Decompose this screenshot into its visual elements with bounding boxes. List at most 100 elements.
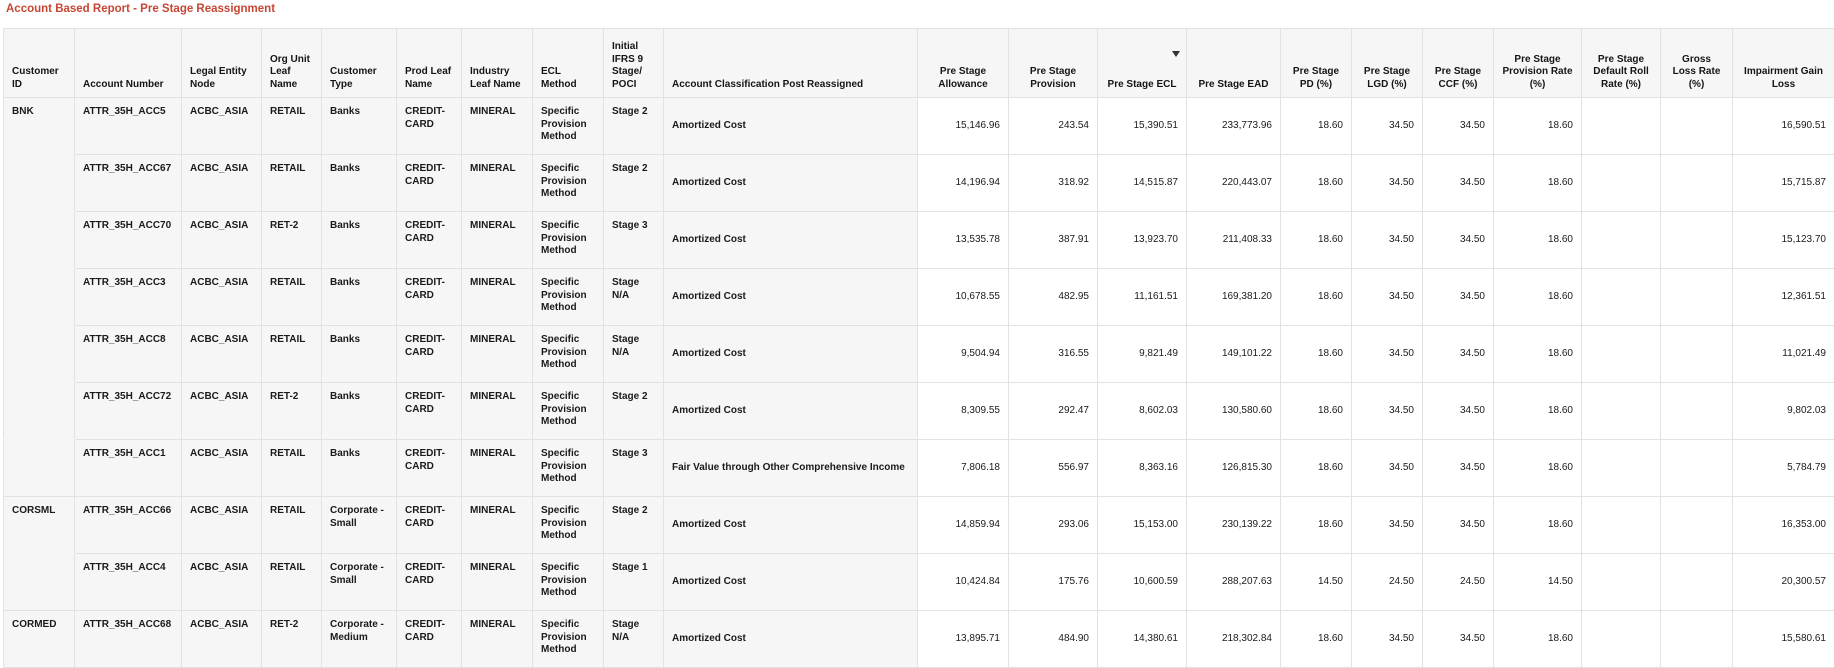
- table-row[interactable]: ATTR_35H_ACC3ACBC_ASIARETAILBanksCREDIT-…: [4, 269, 1834, 326]
- table-cell: [1582, 554, 1661, 611]
- table-row[interactable]: ATTR_35H_ACC8ACBC_ASIARETAILBanksCREDIT-…: [4, 326, 1834, 383]
- table-cell: MINERAL: [462, 440, 533, 497]
- column-header[interactable]: Account Number: [75, 29, 182, 98]
- sort-descending-icon[interactable]: [1172, 51, 1180, 57]
- table-cell: [1582, 383, 1661, 440]
- table-cell: 18.60: [1281, 98, 1352, 155]
- table-cell: MINERAL: [462, 98, 533, 155]
- column-header-label: Org Unit Leaf Name: [270, 54, 310, 90]
- table-cell: 13,895.71: [918, 611, 1009, 668]
- table-cell: [1582, 326, 1661, 383]
- table-cell: 233,773.96: [1187, 98, 1281, 155]
- table-cell: 18.60: [1494, 326, 1582, 383]
- table-cell: ACBC_ASIA: [182, 326, 262, 383]
- table-cell: CREDIT-CARD: [397, 383, 462, 440]
- column-header[interactable]: Initial IFRS 9 Stage/ POCI: [604, 29, 664, 98]
- column-header-label: Customer Type: [330, 66, 377, 90]
- column-header[interactable]: Legal Entity Node: [182, 29, 262, 98]
- table-cell: 292.47: [1009, 383, 1098, 440]
- column-header[interactable]: Pre Stage Provision Rate (%): [1494, 29, 1582, 98]
- column-header[interactable]: Customer Type: [322, 29, 397, 98]
- table-cell: 15,715.87: [1733, 155, 1834, 212]
- column-header[interactable]: ECL Method: [533, 29, 604, 98]
- table-cell: 5,784.79: [1733, 440, 1834, 497]
- table-cell: RETAIL: [262, 497, 322, 554]
- table-cell: 34.50: [1352, 212, 1423, 269]
- column-header[interactable]: Pre Stage PD (%): [1281, 29, 1352, 98]
- table-cell: [1661, 554, 1733, 611]
- table-row[interactable]: CORMEDATTR_35H_ACC68ACBC_ASIARET-2Corpor…: [4, 611, 1834, 668]
- table-cell: 20,300.57: [1733, 554, 1834, 611]
- table-cell: [1661, 212, 1733, 269]
- table-cell: ATTR_35H_ACC8: [75, 326, 182, 383]
- table-cell: MINERAL: [462, 554, 533, 611]
- table-cell: 34.50: [1423, 326, 1494, 383]
- table-cell: 18.60: [1494, 611, 1582, 668]
- column-header-label: Account Classification Post Reassigned: [672, 79, 863, 90]
- table-row[interactable]: ATTR_35H_ACC67ACBC_ASIARETAILBanksCREDIT…: [4, 155, 1834, 212]
- table-cell: Banks: [322, 98, 397, 155]
- table-cell: 218,302.84: [1187, 611, 1281, 668]
- column-header[interactable]: Pre Stage CCF (%): [1423, 29, 1494, 98]
- table-cell: 34.50: [1423, 383, 1494, 440]
- column-header-label: Pre Stage LGD (%): [1364, 66, 1410, 90]
- column-header[interactable]: Pre Stage ECL: [1098, 29, 1187, 98]
- table-row[interactable]: ATTR_35H_ACC1ACBC_ASIARETAILBanksCREDIT-…: [4, 440, 1834, 497]
- table-cell: RETAIL: [262, 440, 322, 497]
- table-cell: 10,424.84: [918, 554, 1009, 611]
- table-cell: 34.50: [1423, 497, 1494, 554]
- column-header[interactable]: Prod Leaf Name: [397, 29, 462, 98]
- column-header[interactable]: Pre Stage EAD: [1187, 29, 1281, 98]
- table-cell: MINERAL: [462, 326, 533, 383]
- table-cell: ACBC_ASIA: [182, 155, 262, 212]
- table-cell: [1661, 269, 1733, 326]
- column-header[interactable]: Impairment Gain Loss: [1733, 29, 1834, 98]
- column-header[interactable]: Pre Stage Default Roll Rate (%): [1582, 29, 1661, 98]
- table-cell: MINERAL: [462, 269, 533, 326]
- table-row[interactable]: ATTR_35H_ACC72ACBC_ASIARET-2BanksCREDIT-…: [4, 383, 1834, 440]
- table-cell: Banks: [322, 326, 397, 383]
- table-cell: 18.60: [1494, 269, 1582, 326]
- table-cell: 175.76: [1009, 554, 1098, 611]
- column-header-label: Prod Leaf Name: [405, 66, 451, 90]
- report-table: Customer IDAccount NumberLegal Entity No…: [3, 28, 1834, 668]
- column-header[interactable]: Pre Stage Allowance: [918, 29, 1009, 98]
- table-cell: 18.60: [1494, 98, 1582, 155]
- column-header[interactable]: Pre Stage LGD (%): [1352, 29, 1423, 98]
- table-cell: 8,309.55: [918, 383, 1009, 440]
- table-cell: 18.60: [1281, 269, 1352, 326]
- column-header[interactable]: Gross Loss Rate (%): [1661, 29, 1733, 98]
- table-cell: 18.60: [1281, 497, 1352, 554]
- table-cell: Amortized Cost: [664, 383, 918, 440]
- table-cell: 318.92: [1009, 155, 1098, 212]
- table-cell: Amortized Cost: [664, 497, 918, 554]
- table-cell: 34.50: [1423, 269, 1494, 326]
- column-header[interactable]: Pre Stage Provision: [1009, 29, 1098, 98]
- table-cell: 12,361.51: [1733, 269, 1834, 326]
- table-row[interactable]: ATTR_35H_ACC4ACBC_ASIARETAILCorporate - …: [4, 554, 1834, 611]
- table-cell: Stage 3: [604, 440, 664, 497]
- table-row[interactable]: BNKATTR_35H_ACC5ACBC_ASIARETAILBanksCRED…: [4, 98, 1834, 155]
- table-cell: Specific Provision Method: [533, 326, 604, 383]
- table-cell: ATTR_35H_ACC72: [75, 383, 182, 440]
- table-cell: [1582, 497, 1661, 554]
- table-cell: Stage 1: [604, 554, 664, 611]
- column-header[interactable]: Industry Leaf Name: [462, 29, 533, 98]
- table-cell: [4, 440, 75, 497]
- column-header-label: Pre Stage PD (%): [1293, 66, 1339, 90]
- table-cell: 18.60: [1281, 155, 1352, 212]
- column-header[interactable]: Customer ID: [4, 29, 75, 98]
- column-header[interactable]: Account Classification Post Reassigned: [664, 29, 918, 98]
- table-cell: Stage 3: [604, 212, 664, 269]
- table-cell: RETAIL: [262, 554, 322, 611]
- table-cell: Amortized Cost: [664, 611, 918, 668]
- table-cell: [1661, 326, 1733, 383]
- column-header[interactable]: Org Unit Leaf Name: [262, 29, 322, 98]
- table-cell: [4, 155, 75, 212]
- table-cell: RETAIL: [262, 269, 322, 326]
- table-cell: CORMED: [4, 611, 75, 668]
- table-row[interactable]: ATTR_35H_ACC70ACBC_ASIARET-2BanksCREDIT-…: [4, 212, 1834, 269]
- table-row[interactable]: CORSMLATTR_35H_ACC66ACBC_ASIARETAILCorpo…: [4, 497, 1834, 554]
- table-cell: 18.60: [1281, 326, 1352, 383]
- table-cell: ACBC_ASIA: [182, 554, 262, 611]
